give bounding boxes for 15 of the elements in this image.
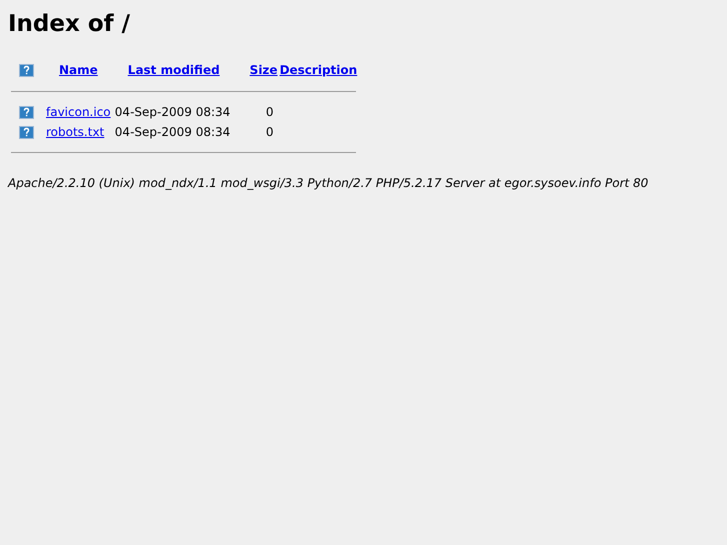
modified-date: 04-Sep-2009 08:34 [114,105,230,119]
page-title: Index of / [8,10,132,38]
file-size: 0 [266,125,274,139]
column-sort-link[interactable]: Description [280,63,358,77]
column-sort-link[interactable]: Last modified [128,63,220,77]
file-size: 0 [266,105,274,119]
column-sort-link[interactable]: Name [59,63,98,77]
column-sort-link[interactable]: Size [250,63,278,77]
unknown-file-icon [19,106,34,118]
file-link[interactable]: favicon.ico [46,105,111,119]
file-link[interactable]: robots.txt [46,125,104,139]
unknown-file-icon [19,64,34,76]
modified-date: 04-Sep-2009 08:34 [114,125,230,139]
server-signature: Apache/2.2.10 (Unix) mod_ndx/1.1 mod_wsgi/3.3 Python/2.7 PHP/5.2.17 Server at egor.sysoev.info Port 80 [8,176,650,190]
unknown-file-icon [19,126,34,138]
